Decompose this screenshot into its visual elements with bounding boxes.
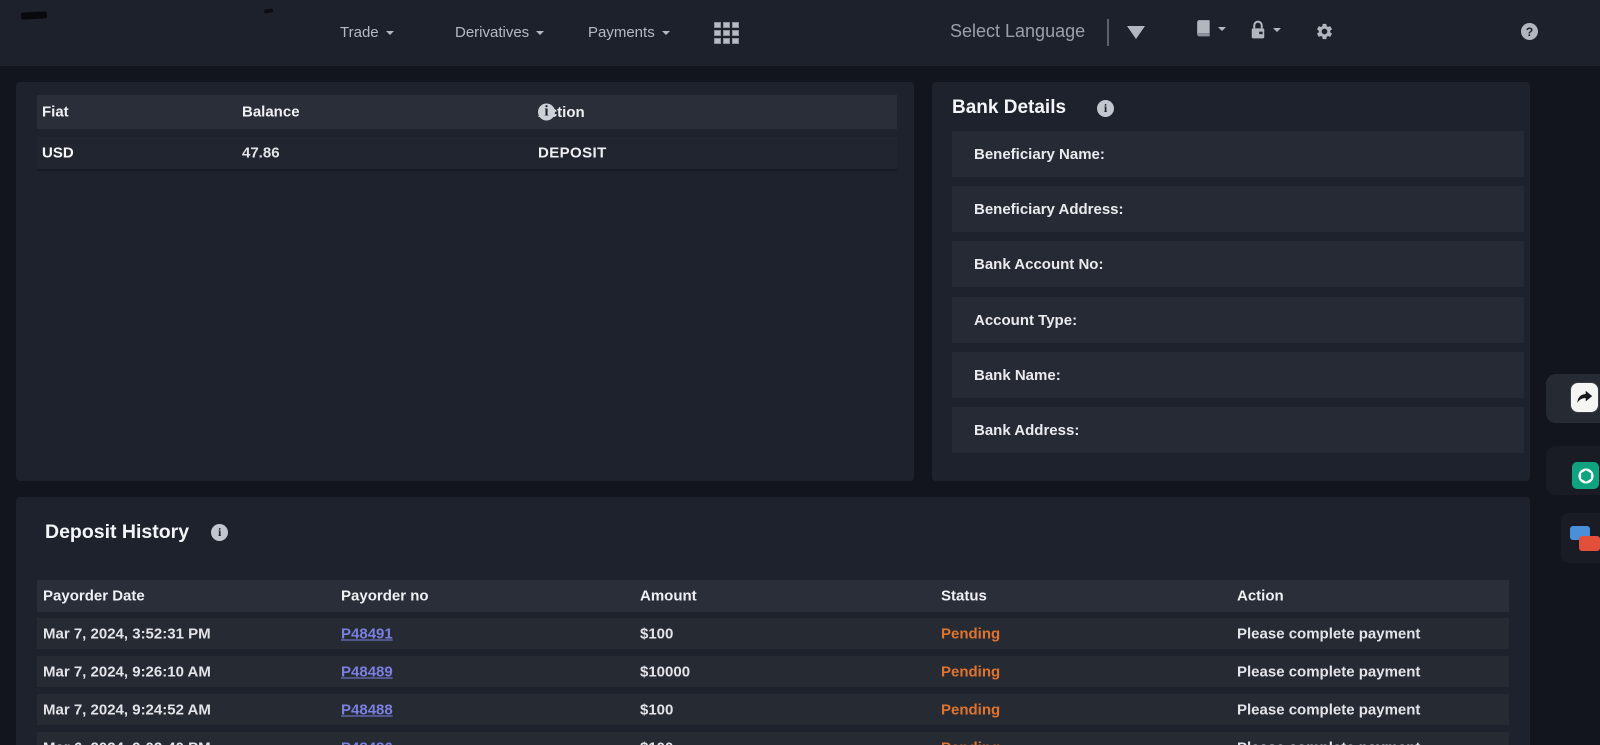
- deposit-history-panel: Deposit History i Payorder Date Payorder…: [16, 497, 1530, 745]
- column-header-balance: Balance: [242, 104, 300, 121]
- bank-field-row: Bank Name:: [952, 352, 1524, 398]
- caret-down-icon: [536, 31, 544, 35]
- chat-widget-button[interactable]: [1569, 525, 1600, 561]
- bank-field-label: Beneficiary Address:: [974, 201, 1124, 218]
- caret-down-icon: [1273, 28, 1281, 32]
- nav-item-derivatives-label: Derivatives: [455, 24, 529, 41]
- language-selector[interactable]: Select Language: [950, 21, 1085, 42]
- share-arrow-icon: [1575, 388, 1594, 407]
- action-text: Please complete payment: [1237, 701, 1420, 718]
- action-text: Please complete payment: [1237, 739, 1420, 745]
- status-badge: Pending: [941, 663, 1000, 680]
- action-text: Please complete payment: [1237, 625, 1420, 642]
- amount: $100: [640, 701, 673, 718]
- divider: [1107, 19, 1109, 46]
- fiat-table-header: Fiat Balance Action i: [37, 95, 897, 129]
- wallet-lock-icon[interactable]: [1248, 18, 1281, 42]
- amount: $100: [640, 625, 673, 642]
- deposit-history-title: Deposit History: [45, 521, 189, 544]
- orders-book-icon[interactable]: [1193, 18, 1226, 39]
- payorder-link[interactable]: P48491: [341, 625, 393, 642]
- column-header-status: Status: [941, 588, 987, 605]
- info-icon[interactable]: i: [211, 524, 228, 541]
- deposit-row: Mar 6, 2024, 9:02:40 PM P48486 $100 Pend…: [37, 732, 1509, 745]
- info-icon[interactable]: i: [538, 104, 555, 121]
- payorder-link[interactable]: P48486: [341, 739, 393, 745]
- payorder-date: Mar 7, 2024, 3:52:31 PM: [43, 625, 211, 642]
- payorder-link[interactable]: P48489: [341, 663, 393, 680]
- action-text: Please complete payment: [1237, 663, 1420, 680]
- caret-down-icon: [662, 31, 670, 35]
- fiat-balance-panel: Fiat Balance Action i USD 47.86 DEPOSIT: [16, 82, 914, 481]
- column-header-action: Action: [1237, 588, 1284, 605]
- payorder-date: Mar 7, 2024, 9:24:52 AM: [43, 701, 211, 718]
- fiat-currency: USD: [42, 145, 74, 162]
- logo: [21, 11, 47, 19]
- apps-grid-icon[interactable]: [714, 22, 741, 45]
- caret-down-icon: [386, 31, 394, 35]
- bank-field-label: Account Type:: [974, 312, 1077, 329]
- nav-item-derivatives[interactable]: Derivatives: [455, 24, 544, 41]
- bank-field-row: Beneficiary Address:: [952, 186, 1524, 232]
- settings-button[interactable]: [1315, 22, 1334, 41]
- lock-icon: [1248, 18, 1268, 42]
- bank-field-row: Beneficiary Name:: [952, 131, 1524, 177]
- status-badge: Pending: [941, 625, 1000, 642]
- deposit-row: Mar 7, 2024, 9:26:10 AM P48489 $10000 Pe…: [37, 656, 1509, 687]
- info-icon[interactable]: i: [1097, 100, 1114, 117]
- nav-item-payments-label: Payments: [588, 24, 655, 41]
- column-header-fiat: Fiat: [42, 104, 69, 121]
- column-header-payorder-date: Payorder Date: [43, 588, 145, 605]
- bank-field-label: Bank Account No:: [974, 256, 1103, 273]
- bank-field-label: Beneficiary Name:: [974, 146, 1105, 163]
- logo-mark: [264, 8, 274, 14]
- share-shortcut-button[interactable]: [1570, 382, 1599, 413]
- book-icon: [1193, 18, 1213, 39]
- language-dropdown-icon[interactable]: [1127, 26, 1145, 39]
- deposit-row: Mar 7, 2024, 3:52:31 PM P48491 $100 Pend…: [37, 618, 1509, 649]
- help-icon: ?: [1521, 23, 1538, 40]
- status-badge: Pending: [941, 739, 1000, 745]
- bank-field-row: Bank Account No:: [952, 241, 1524, 287]
- payorder-date: Mar 6, 2024, 9:02:40 PM: [43, 739, 211, 745]
- column-header-payorder-no: Payorder no: [341, 588, 429, 605]
- bank-details-title: Bank Details: [952, 97, 1066, 119]
- amount: $10000: [640, 663, 690, 680]
- status-badge: Pending: [941, 701, 1000, 718]
- nav-item-trade[interactable]: Trade: [340, 24, 394, 41]
- column-header-amount: Amount: [640, 588, 697, 605]
- bank-field-label: Bank Name:: [974, 367, 1061, 384]
- chatgpt-icon: [1576, 466, 1596, 486]
- fiat-table-row: USD 47.86 DEPOSIT: [37, 137, 897, 171]
- deposit-row: Mar 7, 2024, 9:24:52 AM P48488 $100 Pend…: [37, 694, 1509, 725]
- top-nav: Trade Derivatives Payments Select Langua…: [0, 0, 1600, 66]
- bank-field-label: Bank Address:: [974, 422, 1079, 439]
- help-button[interactable]: ?: [1521, 23, 1538, 40]
- chatgpt-extension-button[interactable]: [1572, 462, 1599, 489]
- bank-details-panel: Bank Details i Beneficiary Name: Benefic…: [932, 82, 1530, 481]
- fiat-balance: 47.86: [242, 145, 280, 162]
- nav-item-trade-label: Trade: [340, 24, 379, 41]
- gear-icon: [1315, 22, 1334, 41]
- payorder-date: Mar 7, 2024, 9:26:10 AM: [43, 663, 211, 680]
- page: Trade Derivatives Payments Select Langua…: [0, 0, 1600, 745]
- chat-bubble-icon: [1579, 536, 1600, 551]
- deposit-table-header: Payorder Date Payorder no Amount Status …: [37, 580, 1509, 612]
- nav-item-payments[interactable]: Payments: [588, 24, 670, 41]
- payorder-link[interactable]: P48488: [341, 701, 393, 718]
- bank-field-row: Bank Address:: [952, 407, 1524, 453]
- bank-field-row: Account Type:: [952, 297, 1524, 343]
- caret-down-icon: [1218, 27, 1226, 31]
- amount: $100: [640, 739, 673, 745]
- deposit-button[interactable]: DEPOSIT: [538, 145, 607, 162]
